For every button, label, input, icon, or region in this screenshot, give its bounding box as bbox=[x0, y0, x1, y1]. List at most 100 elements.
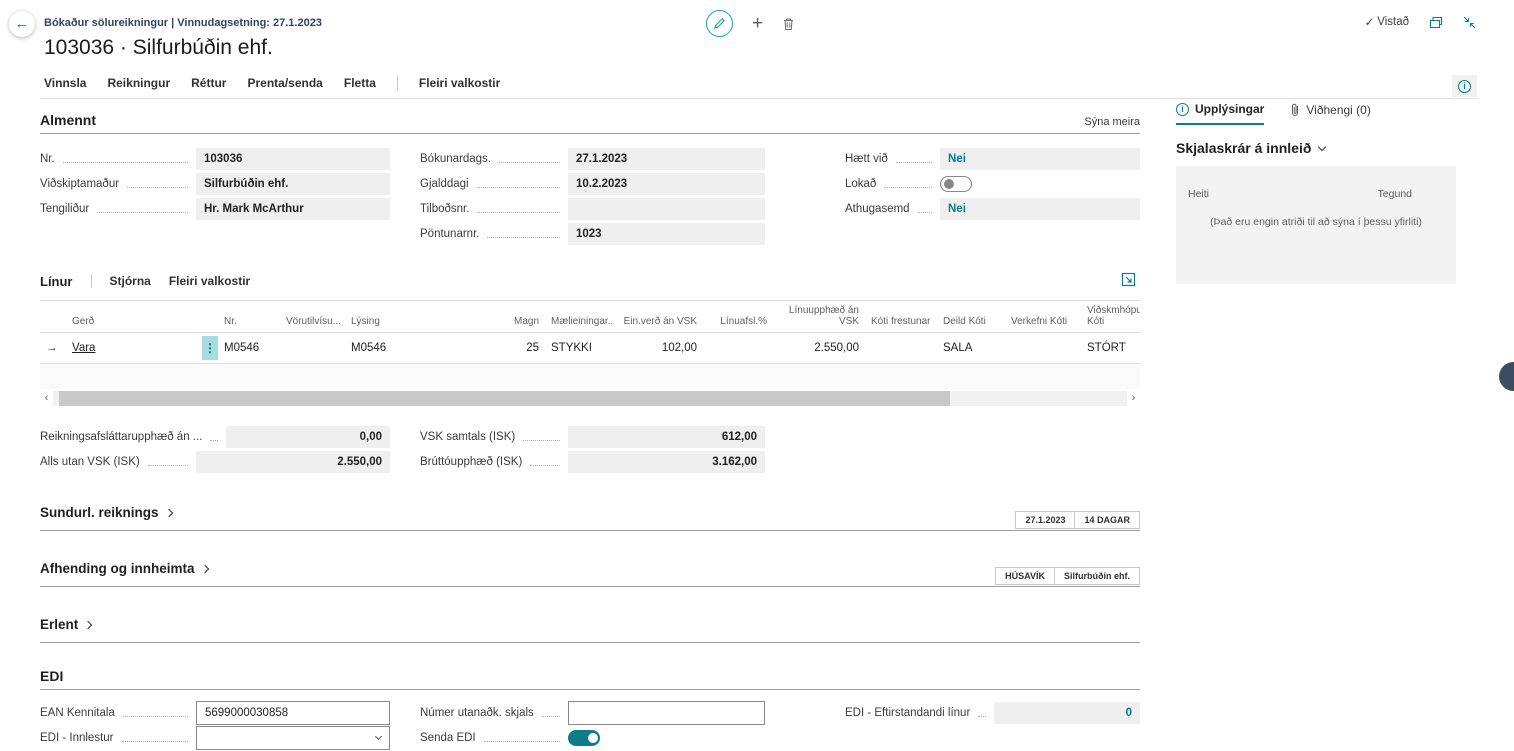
scroll-left-arrow[interactable]: ‹ bbox=[40, 391, 53, 406]
back-button[interactable]: ← bbox=[9, 11, 35, 37]
trash-icon bbox=[782, 17, 795, 31]
col-maelieining[interactable]: Mælieiningar... bbox=[545, 301, 613, 333]
cell-vidskmhopur-koti[interactable]: STÓRT bbox=[1081, 333, 1140, 364]
bokunardags-value[interactable]: 27.1.2023 bbox=[568, 148, 765, 170]
vidskiptamadur-value[interactable]: Silfurbúðin ehf. bbox=[196, 173, 390, 195]
numer-utanadk-input[interactable] bbox=[568, 701, 765, 725]
edi-innlestur-select[interactable] bbox=[196, 726, 390, 750]
lines-menu-more[interactable]: Fleiri valkostir bbox=[169, 274, 250, 288]
status-badge[interactable]: 14 DAGAR bbox=[1074, 511, 1140, 529]
col-lysing[interactable]: Lýsing bbox=[345, 301, 495, 333]
menu-prenta-senda[interactable]: Prenta/senda bbox=[247, 76, 322, 90]
breadcrumb: Bókaður sölureikningur | Vinnudagsetning… bbox=[44, 17, 322, 29]
cell-magn[interactable]: 25 bbox=[495, 333, 545, 364]
col-linuafsl[interactable]: Línuafsl.% bbox=[703, 301, 773, 333]
ribbon-bar: Vinnsla Reikningur Réttur Prenta/senda F… bbox=[40, 74, 1478, 99]
col-gerd[interactable]: Gerð bbox=[66, 301, 196, 333]
nr-value[interactable]: 103036 bbox=[196, 148, 390, 170]
expand-grid-button[interactable] bbox=[1121, 272, 1136, 287]
edi-eftirstandandi-value[interactable]: 0 bbox=[994, 702, 1140, 724]
new-button[interactable]: + bbox=[752, 14, 763, 33]
edi-title: EDI bbox=[40, 668, 63, 684]
erlent-header[interactable]: Erlent bbox=[40, 617, 91, 632]
cell-nr[interactable]: M0546 bbox=[218, 333, 280, 364]
list-col-heiti: Heiti bbox=[1188, 188, 1209, 200]
col-koti-frestunar[interactable]: Kóti frestunar bbox=[865, 301, 937, 333]
row-menu-icon[interactable]: ⋮ bbox=[202, 336, 218, 360]
paperclip-icon bbox=[1290, 103, 1300, 117]
cell-verkefni-koti[interactable] bbox=[1005, 333, 1081, 364]
cell-lysing[interactable]: M0546 bbox=[345, 333, 495, 364]
cell-vorutilvisun[interactable] bbox=[280, 333, 345, 364]
field-lokad: Lokað bbox=[845, 172, 1140, 196]
senda-edi-toggle[interactable] bbox=[568, 730, 600, 746]
tengilidur-value[interactable]: Hr. Mark McArthur bbox=[196, 198, 390, 220]
lines-menu-stjorna[interactable]: Stjórna bbox=[110, 274, 151, 288]
field-vidskiptamadur: Viðskiptamaður Silfurbúðin ehf. bbox=[40, 172, 390, 196]
table-row[interactable]: → Vara ⋮ M0546 M0546 25 STYKKI 102,00 2.… bbox=[40, 333, 1140, 364]
cell-maelieining[interactable]: STYKKI bbox=[545, 333, 613, 364]
col-einverd[interactable]: Ein.verð án VSK bbox=[613, 301, 703, 333]
edi-section-header: EDI bbox=[40, 668, 1140, 690]
skjalaskrar-heading[interactable]: Skjalaskrár á innleið bbox=[1176, 140, 1456, 156]
cell-linuafsl[interactable] bbox=[703, 333, 773, 364]
col-nr[interactable]: Nr. bbox=[218, 301, 280, 333]
reikningsafslattur-value: 0,00 bbox=[226, 426, 390, 448]
afhending-innheimta-header[interactable]: Afhending og innheimta bbox=[40, 561, 208, 576]
ean-kennitala-input[interactable] bbox=[196, 701, 390, 725]
field-ean-kennitala: EAN Kennitala bbox=[40, 701, 390, 725]
sundurl-reiknings-header[interactable]: Sundurl. reiknings bbox=[40, 505, 172, 520]
cell-einverd[interactable]: 102,00 bbox=[613, 333, 703, 364]
show-more-link[interactable]: Sýna meira bbox=[1084, 116, 1140, 128]
status-badge[interactable]: 27.1.2023 bbox=[1015, 511, 1075, 529]
save-status-area: ✓ Vistað bbox=[1365, 15, 1476, 29]
menu-reikningur[interactable]: Reikningur bbox=[107, 76, 170, 90]
pontunarnr-value[interactable]: 1023 bbox=[568, 223, 765, 245]
context-info-button[interactable]: i bbox=[1452, 75, 1477, 97]
cell-gerd: Vara bbox=[72, 342, 95, 354]
field-tilbodsnr: Tilboðsnr. bbox=[420, 197, 765, 221]
edit-button[interactable] bbox=[706, 10, 733, 37]
collapse-view-button[interactable] bbox=[1463, 16, 1476, 29]
field-haett-vid: Hætt við Nei bbox=[845, 147, 1140, 171]
chevron-down-icon bbox=[1318, 142, 1326, 150]
haett-vid-value[interactable]: Nei bbox=[940, 148, 1140, 170]
menu-fletta[interactable]: Fletta bbox=[344, 76, 376, 90]
lines-tab[interactable]: Línur bbox=[40, 274, 73, 289]
field-edi-innlestur: EDI - Innlestur bbox=[40, 726, 390, 750]
field-tengilidur: Tengiliður Hr. Mark McArthur bbox=[40, 197, 390, 221]
menu-rettur[interactable]: Réttur bbox=[191, 76, 226, 90]
cell-linuupphaed[interactable]: 2.550,00 bbox=[773, 333, 865, 364]
status-badge[interactable]: HÚSAVÍK bbox=[995, 567, 1055, 585]
menu-vinnsla[interactable]: Vinnsla bbox=[44, 76, 86, 90]
col-verkefni-koti[interactable]: Verkefni Kóti bbox=[1005, 301, 1081, 333]
tilbodsnr-value[interactable] bbox=[568, 198, 765, 220]
field-bokunardags: Bókunardags. 27.1.2023 bbox=[420, 147, 765, 171]
col-vorutilvisun[interactable]: Vörutilvísu... bbox=[280, 301, 345, 333]
scroll-right-arrow[interactable]: › bbox=[1127, 391, 1140, 406]
factbox-pane: i Upplýsingar Viðhengi (0) Skjalaskrár á… bbox=[1176, 102, 1456, 284]
col-vidskmhopur-koti[interactable]: Viðskmhópur Kóti bbox=[1081, 301, 1140, 333]
collapse-arrows-icon bbox=[1463, 16, 1476, 29]
field-reikningsafslattur: Reikningsafsláttarupphæð án ... 0,00 bbox=[40, 425, 390, 449]
col-deild-koti[interactable]: Deild Kóti bbox=[937, 301, 1005, 333]
alls-utan-vsk-value: 2.550,00 bbox=[196, 451, 390, 473]
scrollbar-track[interactable] bbox=[53, 391, 1127, 406]
cell-deild-koti[interactable]: SALA bbox=[937, 333, 1005, 364]
menu-more-options[interactable]: Fleiri valkostir bbox=[419, 76, 500, 90]
delete-button[interactable] bbox=[782, 17, 795, 31]
floating-help-button[interactable] bbox=[1499, 362, 1514, 391]
field-bruttoupphaed: Brúttóupphæð (ISK) 3.162,00 bbox=[420, 450, 765, 474]
gjalddagi-value[interactable]: 10.2.2023 bbox=[568, 173, 765, 195]
athugasemd-value[interactable]: Nei bbox=[940, 198, 1140, 220]
col-magn[interactable]: Magn bbox=[495, 301, 545, 333]
cell-koti-frestunar[interactable] bbox=[865, 333, 937, 364]
popout-window-button[interactable] bbox=[1429, 16, 1443, 29]
scrollbar-thumb[interactable] bbox=[59, 391, 950, 406]
status-badge[interactable]: Silfurbúðin ehf. bbox=[1054, 567, 1140, 585]
tab-vidhengi[interactable]: Viðhengi (0) bbox=[1290, 102, 1371, 125]
tab-upplysingar[interactable]: i Upplýsingar bbox=[1176, 102, 1264, 125]
lokad-toggle[interactable] bbox=[940, 176, 972, 192]
section-afhending-innheimta: Afhending og innheimta HÚSAVÍK Silfurbúð… bbox=[40, 560, 1140, 587]
col-linuupphaed[interactable]: Línuupphæð án VSK bbox=[773, 301, 865, 333]
